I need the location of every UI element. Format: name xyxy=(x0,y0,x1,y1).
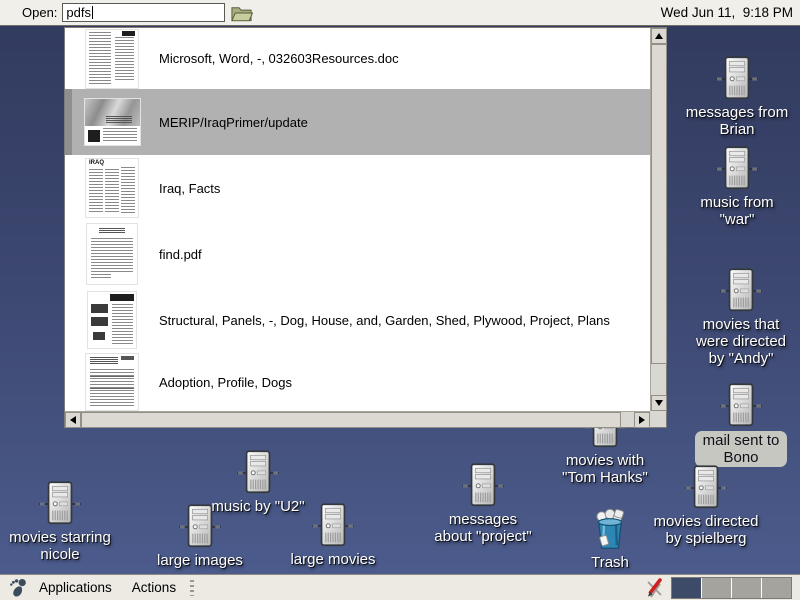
server-icon xyxy=(179,504,221,550)
desktop-icon-label: messages fromBrian xyxy=(657,104,800,138)
bottom-panel: Applications Actions xyxy=(0,574,800,600)
desktop-icon-large-movies[interactable]: large movies xyxy=(253,503,413,568)
open-folder-icon xyxy=(230,4,253,22)
desktop-icon-movies-directed-by-andy[interactable]: movies thatwere directedby "Andy" xyxy=(661,268,800,367)
server-icon xyxy=(720,383,762,429)
result-row-selected[interactable]: MERIP/IraqPrimer/update xyxy=(65,89,650,155)
server-icon xyxy=(39,481,81,527)
gnome-foot-icon[interactable] xyxy=(9,578,29,598)
desktop-icon-label: movies directedby spielberg xyxy=(626,513,786,547)
desktop-icon-movies-starring-nicole[interactable]: movies starringnicole xyxy=(0,481,140,563)
text-caret xyxy=(92,6,93,19)
left-arrow-icon xyxy=(70,416,76,424)
open-toolbar: Open: pdfs Wed Jun 11, 9:18 PM xyxy=(0,0,800,26)
search-results-dropdown: Microsoft, Word, -, 032603Resources.doc … xyxy=(64,27,667,428)
scroll-left-button[interactable] xyxy=(65,412,81,428)
down-arrow-icon xyxy=(655,400,663,406)
desktop-icon-music-from-war[interactable]: music from"war" xyxy=(657,146,800,228)
server-icon xyxy=(312,503,354,549)
result-label: Structural, Panels, -, Dog, House, and, … xyxy=(159,313,610,328)
server-icon xyxy=(685,465,727,511)
scroll-up-button[interactable] xyxy=(651,28,667,44)
up-arrow-icon xyxy=(655,33,663,39)
desktop-icon-label: Trash xyxy=(530,554,690,571)
desktop-icon-label: movies thatwere directedby "Andy" xyxy=(661,316,800,367)
clock: Wed Jun 11, 9:18 PM xyxy=(661,0,793,25)
server-icon xyxy=(237,450,279,496)
document-thumbnail xyxy=(88,292,136,348)
desktop-icon-label: large movies xyxy=(253,551,413,568)
panel-drag-handle[interactable] xyxy=(190,580,194,596)
workspace-4[interactable] xyxy=(762,578,791,598)
result-row[interactable]: Adoption, Profile, Dogs xyxy=(65,353,650,411)
server-icon xyxy=(716,56,758,102)
vertical-scrollbar[interactable] xyxy=(650,28,666,411)
scrollbar-corner xyxy=(650,411,666,427)
document-thumbnail: IRAQ xyxy=(86,159,138,217)
workspace-3[interactable] xyxy=(732,578,761,598)
result-label: Microsoft, Word, -, 032603Resources.doc xyxy=(159,51,399,66)
result-label: Adoption, Profile, Dogs xyxy=(159,375,292,390)
horizontal-scrollbar-thumb[interactable] xyxy=(81,412,621,428)
document-thumbnail xyxy=(87,224,137,284)
thumbnail-title: IRAQ xyxy=(89,160,104,166)
desktop-icon-messages-from-brian[interactable]: messages fromBrian xyxy=(657,56,800,138)
result-label: MERIP/IraqPrimer/update xyxy=(159,115,308,130)
open-input-value: pdfs xyxy=(66,5,91,20)
server-icon xyxy=(720,268,762,314)
trash-icon xyxy=(589,509,631,552)
result-row[interactable]: IRAQ Iraq, Facts xyxy=(65,155,650,221)
result-row[interactable]: Microsoft, Word, -, 032603Resources.doc xyxy=(65,28,650,89)
document-thumbnail xyxy=(86,354,138,410)
right-arrow-icon xyxy=(639,416,645,424)
result-label: Iraq, Facts xyxy=(159,181,220,196)
workspace-1[interactable] xyxy=(672,578,701,598)
scroll-right-button[interactable] xyxy=(634,412,650,428)
horizontal-scrollbar[interactable] xyxy=(65,411,650,427)
scroll-down-button[interactable] xyxy=(651,395,667,411)
results-list: Microsoft, Word, -, 032603Resources.doc … xyxy=(65,28,650,411)
workspace-2[interactable] xyxy=(702,578,731,598)
result-row[interactable]: Structural, Panels, -, Dog, House, and, … xyxy=(65,287,650,353)
open-folder-button[interactable] xyxy=(229,3,253,23)
menu-applications[interactable]: Applications xyxy=(29,575,122,600)
desktop-icon-label: music from"war" xyxy=(657,194,800,228)
document-thumbnail xyxy=(86,30,138,88)
server-icon xyxy=(716,146,758,192)
server-icon xyxy=(462,463,504,509)
red-pen-applet-icon[interactable] xyxy=(645,577,665,599)
menu-actions[interactable]: Actions xyxy=(122,575,186,600)
open-label: Open: xyxy=(22,5,57,20)
desktop-icon-label-selected: mail sent toBono xyxy=(695,431,788,467)
vertical-scrollbar-thumb[interactable] xyxy=(651,44,667,364)
open-input[interactable]: pdfs xyxy=(62,3,225,22)
desktop-icon-movies-directed-by-spielberg[interactable]: movies directedby spielberg xyxy=(626,465,786,547)
result-label: find.pdf xyxy=(159,247,202,262)
result-row[interactable]: find.pdf xyxy=(65,221,650,287)
document-thumbnail xyxy=(85,99,140,145)
workspace-switcher xyxy=(671,577,792,599)
desktop-icon-label: movies starringnicole xyxy=(0,529,140,563)
